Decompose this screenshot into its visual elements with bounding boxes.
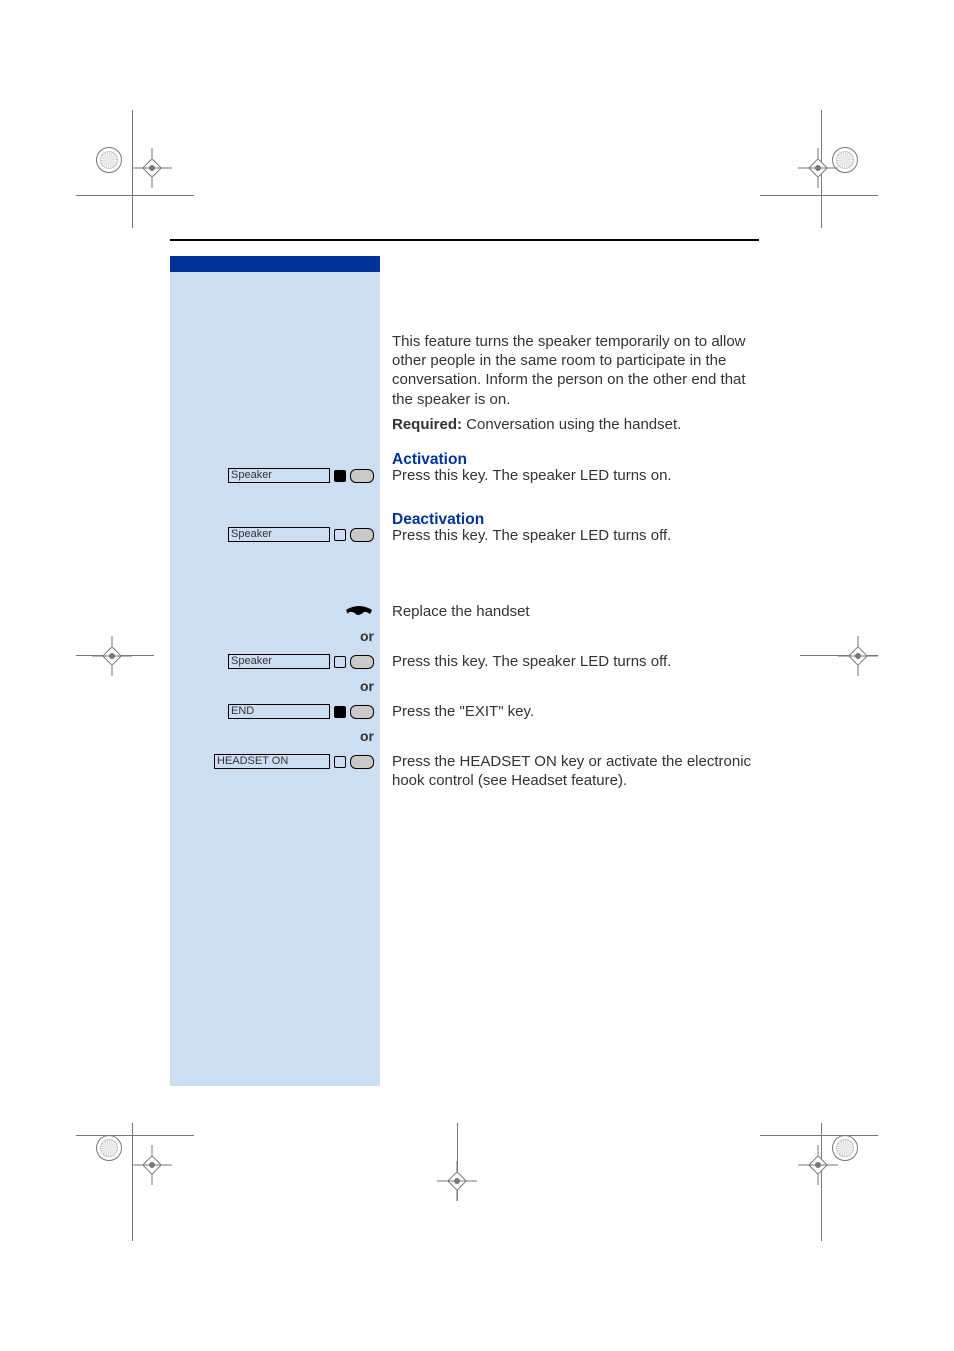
led-on-icon (334, 470, 346, 482)
or-label: or (360, 728, 374, 744)
led-off-icon (334, 529, 346, 541)
required-label: Required: (392, 416, 462, 433)
key-label: HEADSET ON (214, 754, 330, 769)
print-register-cross (132, 148, 172, 188)
key-row-handset (170, 605, 374, 619)
handset-icon (344, 605, 374, 619)
print-register-cross (798, 148, 838, 188)
crop-line (76, 1135, 194, 1136)
key-button-icon (350, 528, 374, 542)
blue-header-bar (170, 256, 380, 272)
print-register-cross (92, 636, 132, 676)
end-text: Press the "EXIT" key. (392, 702, 759, 721)
key-label: Speaker (228, 468, 330, 483)
key-row-speaker-off: Speaker (170, 527, 374, 542)
key-button-icon (350, 655, 374, 669)
key-column: Speaker Speaker or Speak (170, 256, 380, 1086)
print-register-cross (838, 636, 878, 676)
key-row-speaker-off-2: Speaker (170, 654, 374, 669)
or-label: or (360, 628, 374, 644)
crop-line (760, 195, 878, 196)
led-off-icon (334, 756, 346, 768)
print-register-ring (96, 147, 122, 173)
key-row-end: END (170, 704, 374, 719)
replace-handset-text: Replace the handset (392, 602, 759, 621)
key-label: Speaker (228, 527, 330, 542)
led-off-icon (334, 656, 346, 668)
speaker-off-text: Press this key. The speaker LED turns of… (392, 652, 759, 671)
key-row-speaker-on: Speaker (170, 468, 374, 483)
led-on-icon (334, 706, 346, 718)
key-button-icon (350, 469, 374, 483)
deactivation-text: Press this key. The speaker LED turns of… (392, 526, 759, 545)
required-text: Conversation using the handset. (462, 416, 681, 433)
activation-text: Press this key. The speaker LED turns on… (392, 466, 759, 485)
required-line: Required: Conversation using the handset… (392, 415, 759, 434)
page-rule (170, 239, 759, 241)
headset-text: Press the HEADSET ON key or activate the… (392, 752, 759, 790)
key-label: Speaker (228, 654, 330, 669)
print-register-cross (798, 1145, 838, 1185)
print-register-cross (132, 1145, 172, 1185)
intro-text: This feature turns the speaker temporari… (392, 332, 759, 409)
or-label: or (360, 678, 374, 694)
key-row-headset: HEADSET ON (170, 754, 374, 769)
key-button-icon (350, 705, 374, 719)
crop-line (76, 195, 194, 196)
key-button-icon (350, 755, 374, 769)
print-register-ring (96, 1135, 122, 1161)
print-register-cross (437, 1161, 477, 1201)
key-label: END (228, 704, 330, 719)
crop-line (760, 1135, 878, 1136)
